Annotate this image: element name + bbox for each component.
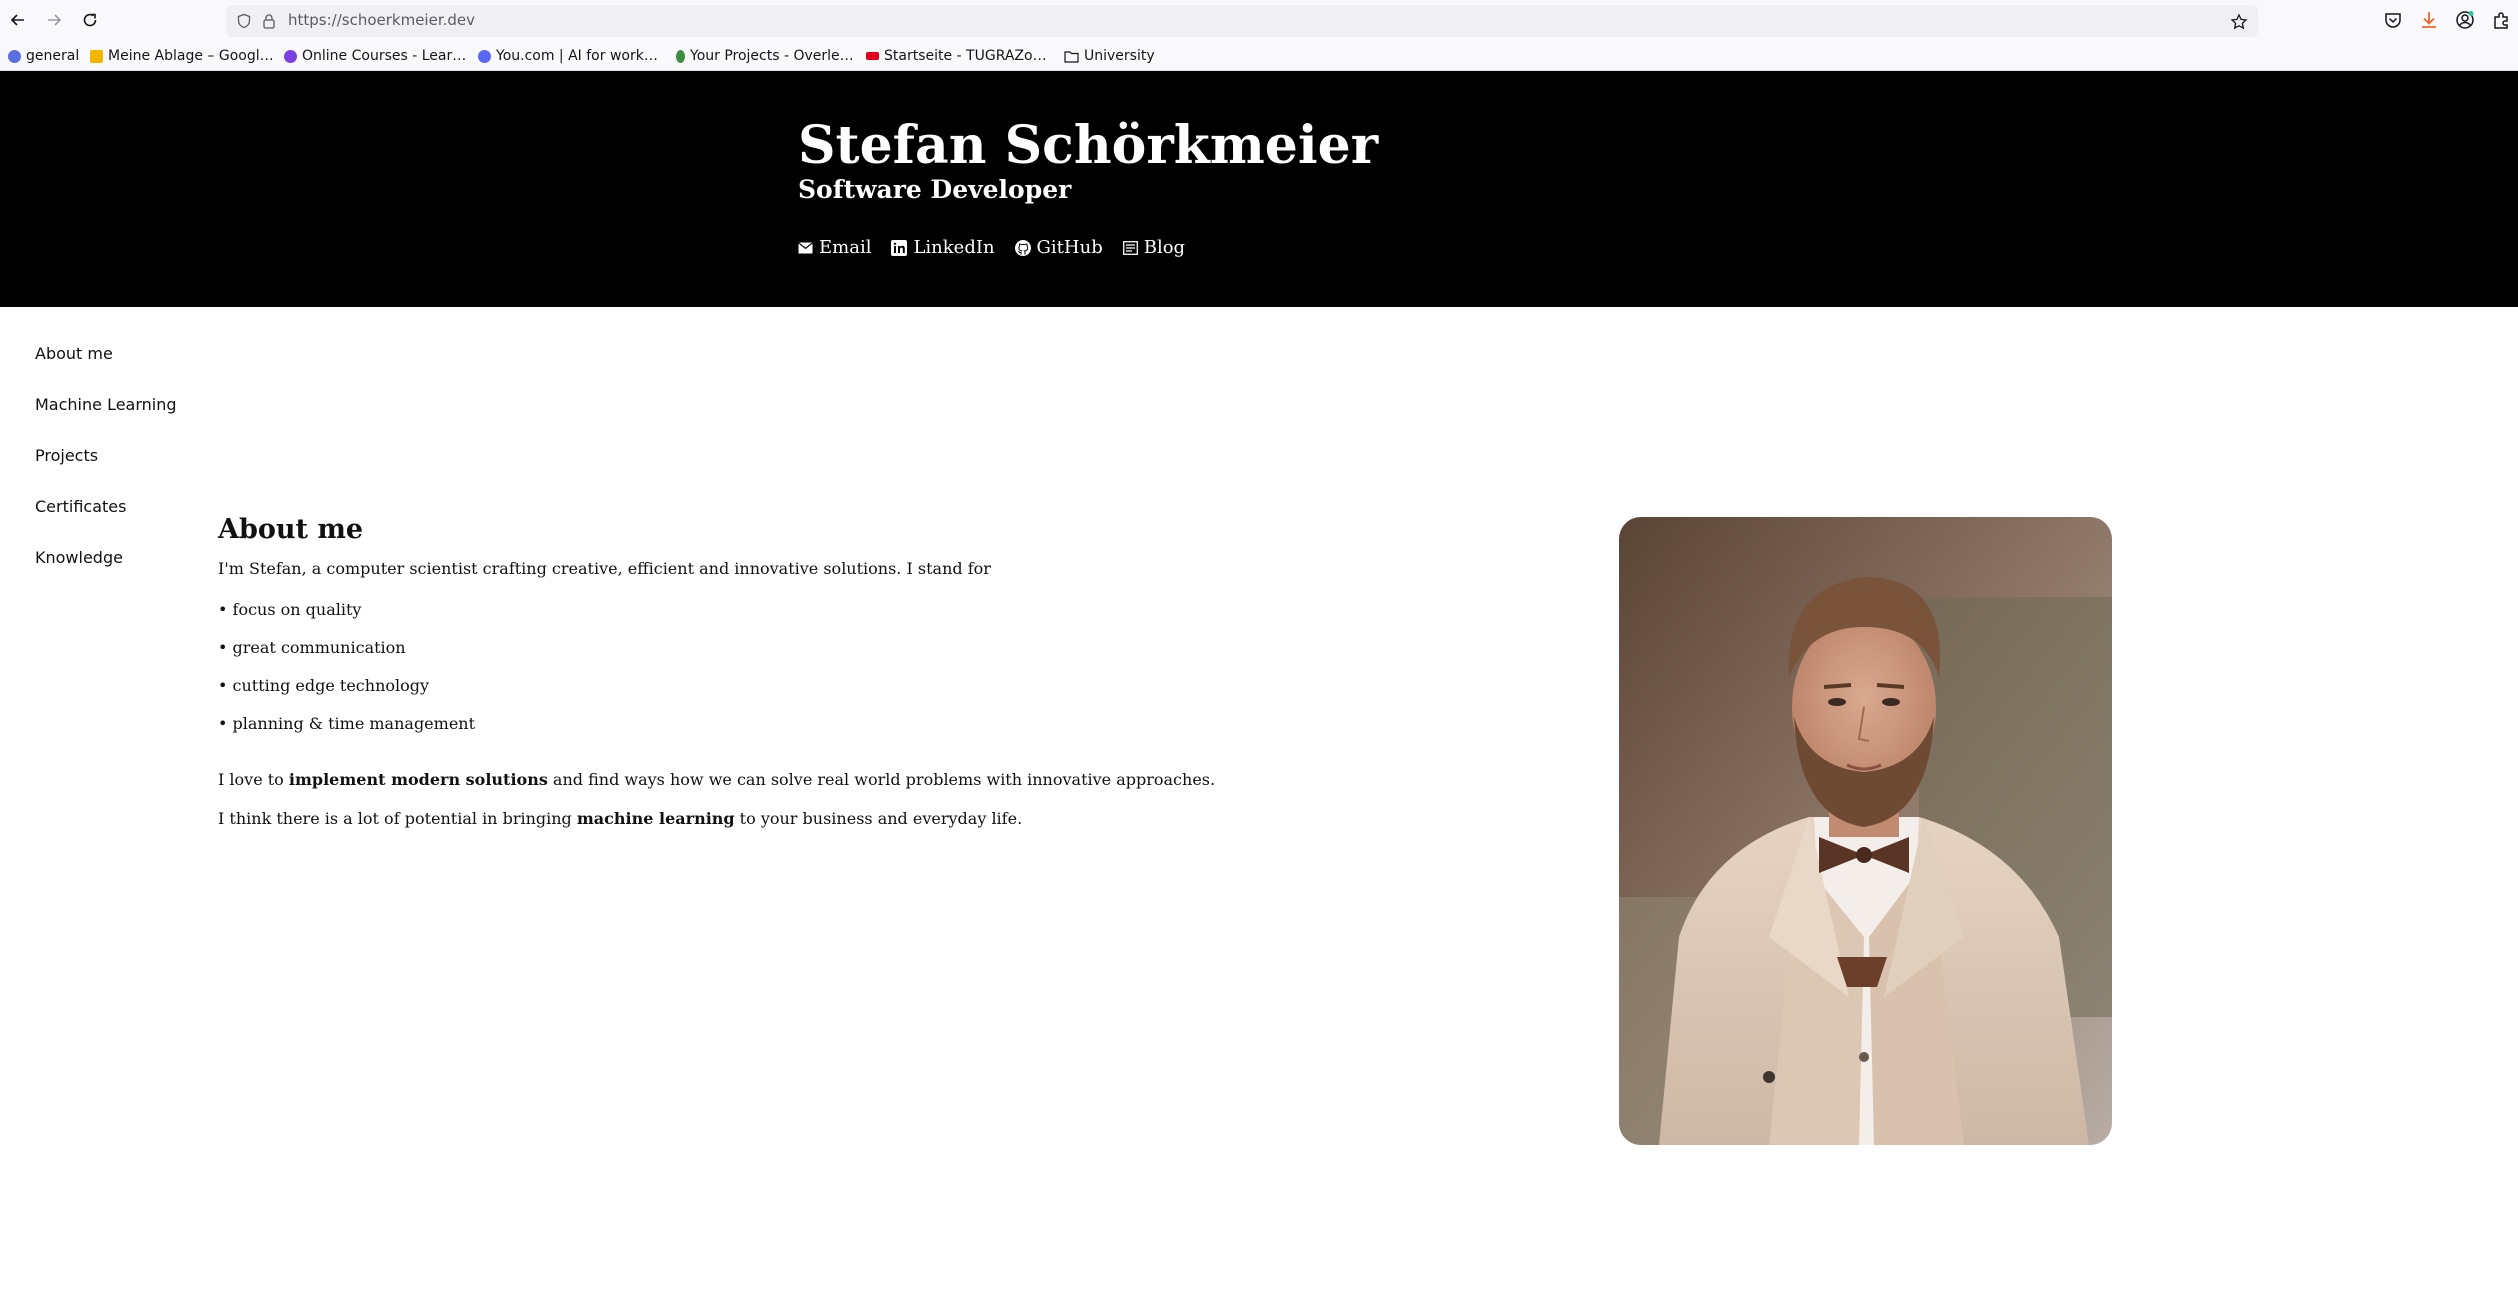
sidebar-item-certificates[interactable]: Certificates bbox=[35, 497, 177, 548]
udemy-icon bbox=[284, 49, 297, 63]
social-links: Email LinkedIn GitHub Blog bbox=[798, 237, 1185, 258]
page-subtitle: Software Developer bbox=[798, 175, 1072, 204]
profile-photo bbox=[1619, 517, 2112, 1145]
values-list: • focus on quality • great communication… bbox=[218, 600, 1218, 752]
emphasis-text: implement modern solutions bbox=[288, 770, 548, 789]
sidebar-item-knowledge[interactable]: Knowledge bbox=[35, 548, 177, 599]
list-item: • planning & time management bbox=[218, 714, 476, 733]
bookmark-item[interactable]: Startseite - TUGRAZo… bbox=[866, 47, 1047, 65]
bookmark-label: Startseite - TUGRAZo… bbox=[884, 48, 1047, 64]
github-icon bbox=[1014, 239, 1031, 256]
bookmark-label: Meine Ablage – Googl… bbox=[108, 48, 274, 64]
bookmark-label: You.com | AI for work… bbox=[496, 48, 658, 64]
bookmark-item[interactable]: Online Courses - Lear… bbox=[284, 47, 466, 65]
paragraph-machine-learning: I think there is a lot of potential in b… bbox=[218, 809, 1218, 848]
github-link[interactable]: GitHub bbox=[1014, 237, 1103, 258]
text-span: I love to bbox=[218, 770, 289, 789]
blog-link[interactable]: Blog bbox=[1122, 237, 1186, 258]
bookmark-label: University bbox=[1084, 48, 1155, 64]
emphasis-text: machine learning bbox=[576, 809, 735, 828]
linkedin-icon bbox=[891, 239, 908, 256]
browser-toolbar: https://schoerkmeier.dev bbox=[0, 0, 2518, 42]
overleaf-icon bbox=[676, 49, 685, 63]
extensions-icon[interactable] bbox=[2490, 9, 2512, 31]
back-arrow-icon bbox=[10, 14, 24, 26]
address-bar[interactable]: https://schoerkmeier.dev bbox=[226, 5, 2258, 37]
discord-icon bbox=[8, 49, 21, 63]
mail-icon bbox=[798, 241, 813, 253]
folder-icon bbox=[1064, 50, 1079, 63]
download-icon[interactable] bbox=[2418, 9, 2440, 31]
email-link[interactable]: Email bbox=[798, 237, 871, 258]
account-icon[interactable] bbox=[2454, 9, 2476, 31]
google-drive-icon bbox=[90, 49, 103, 63]
about-section: About me I'm Stefan, a computer scientis… bbox=[218, 514, 1218, 848]
linkedin-link[interactable]: LinkedIn bbox=[891, 237, 995, 258]
sidebar-item-projects[interactable]: Projects bbox=[35, 446, 177, 497]
shield-icon bbox=[237, 13, 251, 29]
list-item: • focus on quality bbox=[218, 600, 362, 619]
text-span: and find ways how we can solve real worl… bbox=[547, 770, 1216, 789]
bookmark-star-icon[interactable] bbox=[2230, 13, 2248, 31]
section-title: About me bbox=[218, 514, 364, 545]
url-text: https://schoerkmeier.dev bbox=[288, 11, 476, 29]
list-item: • cutting edge technology bbox=[218, 676, 430, 695]
page-title: Stefan Schörkmeier bbox=[798, 115, 1379, 176]
page-header: Stefan Schörkmeier Software Developer Em… bbox=[0, 71, 2518, 307]
pocket-icon[interactable] bbox=[2382, 9, 2404, 31]
bookmark-label: Your Projects - Overle… bbox=[690, 48, 854, 64]
bookmark-item[interactable]: general bbox=[8, 47, 79, 65]
link-label: Email bbox=[819, 237, 872, 258]
you-com-icon bbox=[478, 49, 491, 63]
portrait-illustration bbox=[1619, 517, 2112, 1145]
sidebar-item-about-me[interactable]: About me bbox=[35, 344, 177, 395]
reload-button[interactable] bbox=[78, 8, 102, 32]
sidebar-item-machine-learning[interactable]: Machine Learning bbox=[35, 395, 177, 446]
intro-text: I'm Stefan, a computer scientist craftin… bbox=[218, 559, 991, 578]
paragraph-solutions: I love to implement modern solutions and… bbox=[218, 770, 1218, 809]
sidebar-nav: About me Machine Learning Projects Certi… bbox=[35, 344, 177, 599]
forward-button[interactable] bbox=[42, 8, 66, 32]
link-label: Blog bbox=[1143, 237, 1186, 258]
blog-icon bbox=[1122, 240, 1138, 255]
bookmark-label: Online Courses - Lear… bbox=[302, 48, 467, 64]
bookmark-label: general bbox=[26, 48, 80, 64]
reload-icon bbox=[83, 13, 97, 27]
text-span: to your business and everyday life. bbox=[734, 809, 1023, 828]
bookmark-item[interactable]: You.com | AI for work… bbox=[478, 47, 658, 65]
back-button[interactable] bbox=[6, 8, 30, 32]
bookmark-folder[interactable]: University bbox=[1064, 47, 1155, 65]
text-span: I think there is a lot of potential in b… bbox=[218, 809, 577, 828]
bookmark-item[interactable]: Meine Ablage – Googl… bbox=[90, 47, 274, 65]
bookmarks-toolbar: general Meine Ablage – Googl… Online Cou… bbox=[0, 42, 2518, 71]
bookmark-item[interactable]: Your Projects - Overle… bbox=[676, 47, 854, 65]
lock-icon bbox=[263, 14, 275, 29]
list-item: • great communication bbox=[218, 638, 406, 657]
link-label: GitHub bbox=[1036, 237, 1103, 258]
link-label: LinkedIn bbox=[913, 237, 995, 258]
tugraz-icon bbox=[866, 52, 879, 60]
forward-arrow-icon bbox=[48, 14, 62, 26]
